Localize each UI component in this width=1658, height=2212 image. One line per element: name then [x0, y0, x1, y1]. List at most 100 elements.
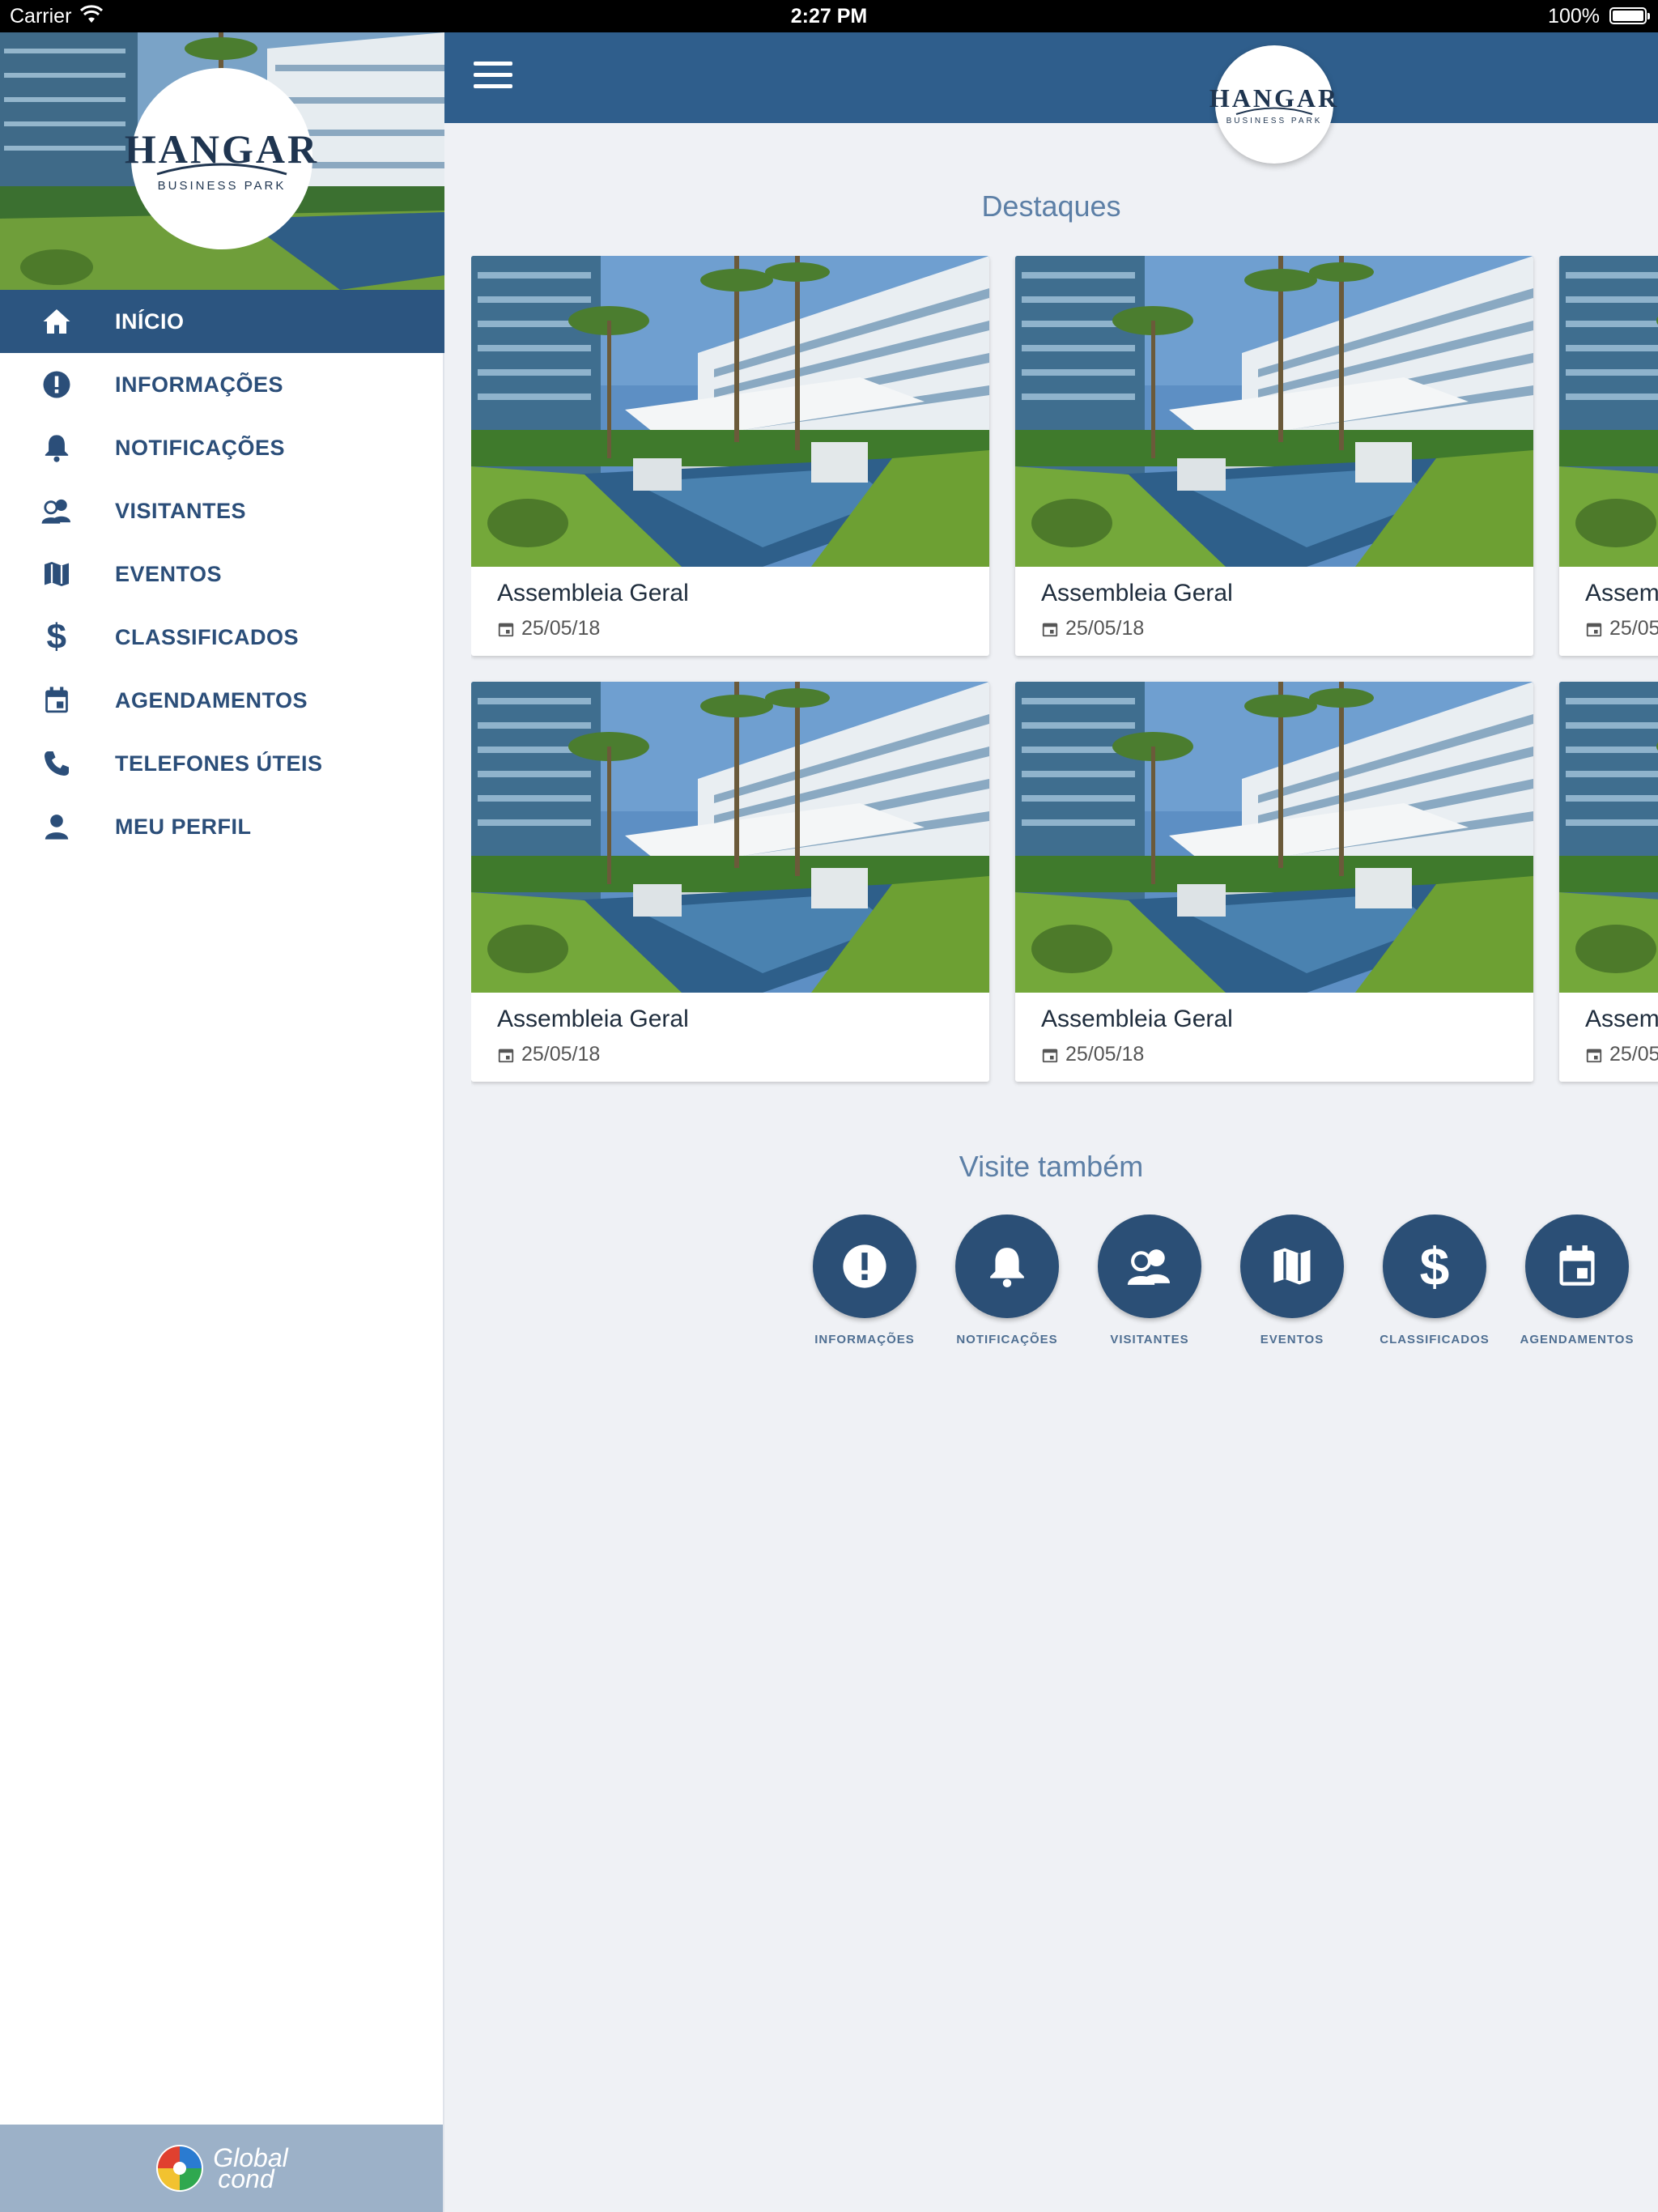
- sidebar-item-agendamentos[interactable]: AGENDAMENTOS: [0, 669, 444, 732]
- calendar-icon: [39, 683, 74, 718]
- top-bar: HANGAR BUSINESS PARK: [444, 32, 1658, 164]
- shortcut-row: INFORMAÇÕES NOTIFICAÇÕES VISITANTES EVEN…: [793, 1214, 1658, 1360]
- calendar-icon: [498, 1049, 514, 1062]
- card-photo: [471, 682, 989, 993]
- shortcut-label: VISITANTES: [1110, 1333, 1189, 1346]
- card-photo: [1559, 256, 1658, 567]
- sidebar-item-label: NOTIFICAÇÕES: [115, 435, 286, 460]
- shortcut-circle: $: [1383, 1214, 1486, 1318]
- card-photo: [471, 256, 989, 567]
- person-icon: [39, 809, 74, 844]
- hamburger-line: [474, 73, 512, 77]
- highlight-card[interactable]: Assembleia Geral 25/05/18: [1015, 682, 1533, 1082]
- shortcut-label: INFORMAÇÕES: [814, 1333, 915, 1346]
- card-date-row: 25/05/18: [1041, 617, 1144, 640]
- calendar-icon: [498, 623, 514, 636]
- card-title: Assembleia Geral: [1041, 580, 1233, 606]
- shortcut-circle: [1098, 1214, 1201, 1318]
- header-logo-arc-icon: [1235, 107, 1313, 115]
- shortcut-informacoes[interactable]: INFORMAÇÕES: [793, 1214, 936, 1346]
- highlights-title: Destaques: [981, 189, 1121, 223]
- bell-icon: [39, 430, 74, 466]
- card-title: Assembleia Geral: [497, 580, 689, 606]
- highlight-card[interactable]: Assembleia Geral 25/05/18: [471, 682, 989, 1082]
- shortcut-more[interactable]: [1648, 1214, 1658, 1318]
- card-photo: [1559, 682, 1658, 993]
- alert-circle-icon: [843, 1244, 886, 1288]
- card-date-row: 25/05/18: [1041, 1043, 1144, 1066]
- sidebar-item-label: CLASSIFICADOS: [115, 624, 300, 649]
- shortcut-eventos[interactable]: EVENTOS: [1221, 1214, 1363, 1346]
- shortcut-agendamentos[interactable]: AGENDAMENTOS: [1506, 1214, 1648, 1346]
- status-bar: Carrier 2:27 PM 100%: [0, 0, 1658, 32]
- card-date-row: 25/05/18: [497, 617, 600, 640]
- shortcut-circle: [1525, 1214, 1629, 1318]
- card-photo: [1015, 256, 1533, 567]
- shortcut-visitantes[interactable]: VISITANTES: [1078, 1214, 1221, 1346]
- highlight-card[interactable]: Assembleia Geral 25/05/18: [1015, 256, 1533, 656]
- calendar-icon: [1586, 1049, 1602, 1062]
- sidebar-header: HANGAR BUSINESS PARK: [0, 32, 444, 290]
- hamburger-icon: [474, 62, 512, 66]
- sidebar-item-eventos[interactable]: EVENTOS: [0, 542, 444, 606]
- sidebar-menu: INÍCIO INFORMAÇÕES NOTIFICAÇÕES VISITANT…: [0, 290, 444, 858]
- calendar-icon: [1042, 1049, 1058, 1062]
- people-icon: [39, 493, 74, 529]
- sidebar-item-telefones[interactable]: TELEFONES ÚTEIS: [0, 732, 444, 795]
- highlight-card[interactable]: Assembleia Geral 25/05/18: [1559, 682, 1658, 1082]
- header-logo: HANGAR BUSINESS PARK: [1209, 45, 1337, 164]
- visit-also-title: Visite também: [959, 1150, 1144, 1183]
- card-date-row: 25/05/18: [1585, 617, 1658, 640]
- sidebar-item-label: MEU PERFIL: [115, 814, 252, 839]
- shortcut-label: NOTIFICAÇÕES: [956, 1333, 1058, 1346]
- shortcut-classificados[interactable]: $ CLASSIFICADOS: [1363, 1214, 1506, 1346]
- shortcut-label: AGENDAMENTOS: [1520, 1333, 1635, 1346]
- header-logo-subtitle: BUSINESS PARK: [1226, 117, 1323, 125]
- card-title: Assembleia Geral: [497, 1006, 689, 1032]
- logo-arc-icon: [156, 163, 287, 175]
- globalcond-logo-icon: [156, 2145, 204, 2192]
- card-date: 25/05/18: [1065, 617, 1145, 640]
- calendar-icon: [1559, 1245, 1595, 1286]
- sidebar-footer: Global cond: [0, 2125, 443, 2212]
- dollar-icon: $: [46, 617, 67, 657]
- logo-subtitle: BUSINESS PARK: [157, 178, 287, 193]
- sidebar-item-classificados[interactable]: $ CLASSIFICADOS: [0, 606, 444, 669]
- sidebar-item-visitantes[interactable]: VISITANTES: [0, 479, 444, 542]
- battery-icon: [1609, 7, 1650, 24]
- globalcond-brand: Global cond: [213, 2145, 288, 2192]
- hamburger-line: [474, 84, 512, 88]
- sidebar-item-label: VISITANTES: [115, 498, 247, 523]
- bell-icon: [990, 1248, 1024, 1288]
- card-date-row: 25/05/18: [497, 1043, 600, 1066]
- sidebar-item-label: EVENTOS: [115, 561, 223, 586]
- shortcut-circle: [955, 1214, 1059, 1318]
- sidebar-item-notificacoes[interactable]: NOTIFICAÇÕES: [0, 416, 444, 479]
- shortcut-circle: [813, 1214, 916, 1318]
- map-icon: [39, 556, 74, 592]
- clock: 2:27 PM: [790, 5, 868, 28]
- dollar-icon: $: [1419, 1236, 1450, 1296]
- people-icon: [1127, 1249, 1170, 1285]
- sidebar-item-inicio[interactable]: INÍCIO: [0, 290, 444, 353]
- card-date-row: 25/05/18: [1585, 1043, 1658, 1066]
- card-title: Assembleia Geral: [1585, 580, 1658, 606]
- shortcut-label: EVENTOS: [1260, 1333, 1324, 1346]
- shortcut-label: CLASSIFICADOS: [1380, 1333, 1490, 1346]
- menu-toggle-button[interactable]: [474, 62, 512, 94]
- alert-circle-icon: [39, 367, 74, 402]
- map-icon: [1273, 1248, 1311, 1285]
- card-date: 25/05/18: [1609, 1043, 1658, 1066]
- card-photo: [1015, 682, 1533, 993]
- sidebar-item-label: INFORMAÇÕES: [115, 372, 283, 397]
- highlight-card[interactable]: Assembleia Geral 25/05/18: [1559, 256, 1658, 656]
- highlight-card[interactable]: Assembleia Geral 25/05/18: [471, 256, 989, 656]
- shortcut-notificacoes[interactable]: NOTIFICAÇÕES: [936, 1214, 1078, 1346]
- card-title: Assembleia Geral: [1041, 1006, 1233, 1032]
- card-date: 25/05/18: [1065, 1043, 1145, 1066]
- sidebar: HANGAR BUSINESS PARK INÍCIO INFORMAÇÕES …: [0, 32, 444, 2212]
- sidebar-item-meu-perfil[interactable]: MEU PERFIL: [0, 795, 444, 858]
- card-date: 25/05/18: [521, 617, 601, 640]
- sidebar-item-informacoes[interactable]: INFORMAÇÕES: [0, 353, 444, 416]
- sidebar-item-label: INÍCIO: [115, 308, 185, 334]
